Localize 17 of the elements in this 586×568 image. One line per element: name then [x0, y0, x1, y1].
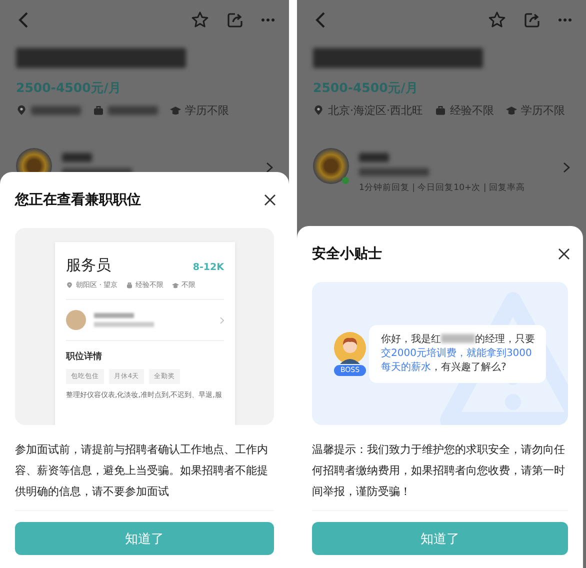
confirm-button[interactable]: 知道了 — [15, 522, 274, 555]
job-tag: 北京·海淀区·西北旺 — [328, 103, 423, 118]
notice-text: 参加面试前，请提前与招聘者确认工作地点、工作内容、薪资等信息，避免上当受骗。如果招聘者不能提供明确的信息，请不要参加面试 — [15, 439, 274, 511]
activity-text: 1分钟前回复 | 今日回复10+次 | 回复率高 — [359, 182, 526, 194]
salary-text: 2500-4500元/月 — [16, 80, 122, 97]
job-tag: 经验不限 — [450, 103, 494, 118]
salary-text: 2500-4500元/月 — [313, 80, 420, 97]
confirm-button[interactable]: 知道了 — [312, 522, 568, 555]
section-heading: 职位详情 — [66, 350, 103, 363]
job-tag: 学历不限 — [521, 103, 565, 118]
chat-bubble-text: 你好，我是红 的经理，只要 交2000元培训费，就能拿到3000每天的薪水，有兴趣了解么? — [369, 324, 546, 382]
job-tag: 学历不限 — [185, 103, 229, 118]
sheet-title: 您正在查看兼职职位 — [15, 191, 141, 209]
sheet-title: 安全小贴士 — [312, 245, 382, 263]
job-title: 服务员 — [66, 256, 111, 275]
notice-text: 温馨提示：我们致力于维护您的求职安全，请勿向任何招聘者缴纳费用，如果招聘者向您收费，请第一时间举报，谨防受骗！ — [312, 439, 568, 511]
salary-text: 8-12K — [192, 262, 224, 273]
